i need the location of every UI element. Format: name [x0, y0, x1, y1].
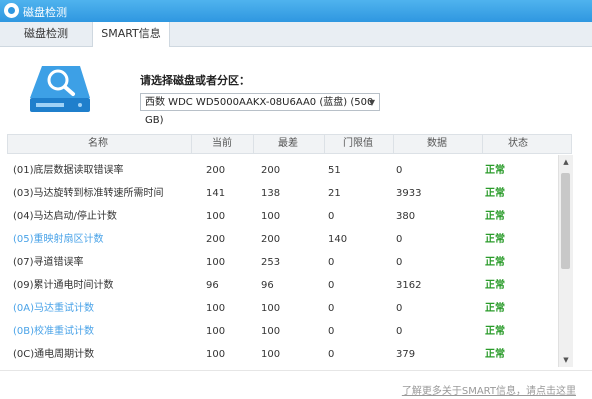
title-bar: 磁盘检测 — [0, 0, 592, 22]
tab-bar: 磁盘检测 SMART信息 — [0, 22, 592, 47]
column-header-name[interactable]: 名称 — [8, 135, 188, 153]
worst-value: 253 — [261, 257, 281, 268]
smart-info-help-link[interactable]: 了解更多关于SMART信息，请点击这里 — [402, 382, 576, 397]
table-scrollbar[interactable]: ▲ ▼ — [558, 155, 573, 367]
disk-select-value: 西数 WDC WD5000AAKX-08U6AA0 (蓝盘) (500 GB) — [145, 97, 374, 126]
chevron-down-icon: ▼ — [368, 98, 375, 107]
smart-table-body: (01)底层数据读取错误率 200 200 51 0 正常 (03)马达旋转到标… — [7, 155, 557, 367]
table-row[interactable]: (05)重映射扇区计数 200 200 140 0 正常 — [7, 228, 557, 251]
current-value: 200 — [206, 234, 226, 245]
worst-value: 100 — [261, 349, 281, 360]
raw-data-value: 380 — [396, 211, 416, 222]
worst-value: 200 — [261, 165, 281, 176]
table-row[interactable]: (0A)马达重试计数 100 100 0 0 正常 — [7, 297, 557, 320]
column-header-data[interactable]: 数据 — [393, 135, 480, 153]
attribute-name-link[interactable]: (0A)马达重试计数 — [13, 297, 94, 320]
tab-disk-check[interactable]: 磁盘检测 — [0, 22, 93, 46]
tab-smart-info[interactable]: SMART信息 — [93, 22, 170, 47]
current-value: 100 — [206, 211, 226, 222]
footer: 了解更多关于SMART信息，请点击这里 — [0, 370, 592, 399]
raw-data-value: 0 — [396, 257, 403, 268]
threshold-value: 51 — [328, 165, 341, 176]
disk-search-icon — [30, 66, 90, 112]
attribute-name: (07)寻道错误率 — [13, 257, 84, 268]
current-value: 100 — [206, 349, 226, 360]
disk-select-dropdown[interactable]: 西数 WDC WD5000AAKX-08U6AA0 (蓝盘) (500 GB) … — [140, 93, 380, 126]
worst-value: 100 — [261, 303, 281, 314]
window-title: 磁盘检测 — [23, 6, 67, 19]
table-row[interactable]: (03)马达旋转到标准转速所需时间 141 138 21 3933 正常 — [7, 182, 557, 205]
smart-table-header: 名称 当前 最差 门限值 数据 状态 — [7, 134, 572, 154]
worst-value: 200 — [261, 234, 281, 245]
worst-value: 138 — [261, 188, 281, 199]
status-text: 正常 — [485, 234, 505, 245]
raw-data-value: 0 — [396, 234, 403, 245]
scrollbar-thumb[interactable] — [561, 173, 570, 269]
status-text: 正常 — [485, 303, 505, 314]
status-text: 正常 — [485, 349, 505, 360]
raw-data-value: 379 — [396, 349, 416, 360]
column-header-threshold[interactable]: 门限值 — [324, 135, 391, 153]
table-row[interactable]: (0C)通电周期计数 100 100 0 379 正常 — [7, 343, 557, 366]
attribute-name: (09)累计通电时间计数 — [13, 280, 114, 291]
current-value: 100 — [206, 303, 226, 314]
threshold-value: 0 — [328, 257, 335, 268]
status-text: 正常 — [485, 188, 505, 199]
table-row[interactable]: (07)寻道错误率 100 253 0 0 正常 — [7, 251, 557, 274]
current-value: 100 — [206, 326, 226, 337]
scroll-down-arrow-icon[interactable]: ▼ — [559, 353, 573, 367]
threshold-value: 0 — [328, 211, 335, 222]
table-row[interactable]: (04)马达启动/停止计数 100 100 0 380 正常 — [7, 205, 557, 228]
raw-data-value: 0 — [396, 165, 403, 176]
worst-value: 96 — [261, 280, 274, 291]
status-text: 正常 — [485, 326, 505, 337]
raw-data-value: 3933 — [396, 188, 422, 199]
raw-data-value: 0 — [396, 303, 403, 314]
current-value: 200 — [206, 165, 226, 176]
column-header-status[interactable]: 状态 — [482, 135, 553, 153]
status-text: 正常 — [485, 257, 505, 268]
disk-select-prompt: 请选择磁盘或者分区： — [140, 74, 250, 87]
attribute-name: (03)马达旋转到标准转速所需时间 — [13, 188, 164, 199]
attribute-name: (0C)通电周期计数 — [13, 349, 95, 360]
threshold-value: 0 — [328, 303, 335, 314]
attribute-name-link[interactable]: (05)重映射扇区计数 — [13, 228, 104, 251]
column-header-worst[interactable]: 最差 — [253, 135, 322, 153]
column-header-current[interactable]: 当前 — [191, 135, 252, 153]
worst-value: 100 — [261, 211, 281, 222]
raw-data-value: 3162 — [396, 280, 422, 291]
raw-data-value: 0 — [396, 326, 403, 337]
status-text: 正常 — [485, 165, 505, 176]
table-row[interactable]: (0B)校准重试计数 100 100 0 0 正常 — [7, 320, 557, 343]
current-value: 96 — [206, 280, 219, 291]
table-row[interactable]: (01)底层数据读取错误率 200 200 51 0 正常 — [7, 159, 557, 182]
threshold-value: 140 — [328, 234, 348, 245]
status-text: 正常 — [485, 280, 505, 291]
threshold-value: 0 — [328, 326, 335, 337]
attribute-name: (04)马达启动/停止计数 — [13, 211, 117, 222]
table-row[interactable]: (09)累计通电时间计数 96 96 0 3162 正常 — [7, 274, 557, 297]
worst-value: 100 — [261, 326, 281, 337]
current-value: 141 — [206, 188, 226, 199]
app-icon — [4, 3, 19, 18]
threshold-value: 0 — [328, 349, 335, 360]
status-text: 正常 — [485, 211, 505, 222]
current-value: 100 — [206, 257, 226, 268]
attribute-name: (01)底层数据读取错误率 — [13, 165, 124, 176]
attribute-name-link[interactable]: (0B)校准重试计数 — [13, 320, 94, 343]
threshold-value: 21 — [328, 188, 341, 199]
scroll-up-arrow-icon[interactable]: ▲ — [559, 155, 573, 169]
threshold-value: 0 — [328, 280, 335, 291]
